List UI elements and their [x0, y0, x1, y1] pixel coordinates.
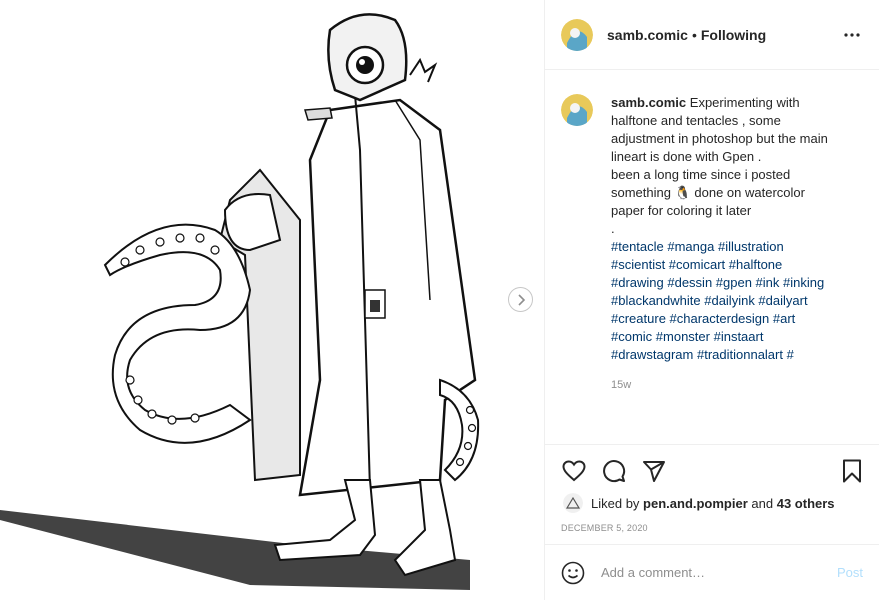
emoji-icon	[561, 561, 585, 584]
caption-line: Experimenting with	[689, 95, 800, 110]
post-comment-button[interactable]: Post	[837, 565, 863, 580]
next-image-button[interactable]	[508, 287, 533, 312]
hashtag-line[interactable]: #tentacle #manga #illustration	[611, 238, 861, 256]
comment-icon	[603, 460, 626, 483]
post-image[interactable]	[0, 0, 544, 600]
caption-username[interactable]: samb.comic	[611, 95, 686, 110]
comment-input[interactable]	[599, 564, 837, 581]
more-options-icon	[844, 32, 860, 37]
post-side-panel: samb.comic • Following samb.comic Experi…	[544, 0, 879, 600]
heart-icon	[562, 460, 586, 482]
share-button[interactable]	[641, 458, 667, 484]
hashtag-line[interactable]: #blackandwhite #dailyink #dailyart	[611, 292, 861, 310]
like-button[interactable]	[561, 458, 587, 484]
post-date[interactable]: DECEMBER 5, 2020	[561, 523, 648, 533]
separator-dot: •	[691, 26, 697, 43]
liked-by-user[interactable]: pen.and.pompier	[643, 496, 748, 511]
avatar[interactable]	[561, 18, 593, 51]
hashtag-line[interactable]: #drawstagram #traditionnalart #	[611, 346, 861, 364]
likes-summary: Liked by pen.and.pompier and 43 others	[563, 493, 835, 513]
post-actions: Liked by pen.and.pompier and 43 others D…	[545, 444, 879, 545]
caption-line: adjustment in photoshop but the main	[611, 131, 828, 146]
caption-line: something 🐧 done on watercolor	[611, 185, 805, 200]
hashtag-line[interactable]: #creature #characterdesign #art	[611, 310, 861, 328]
more-options-button[interactable]	[841, 24, 863, 46]
emoji-button[interactable]	[561, 561, 585, 585]
caption-text: samb.comic Experimenting with halftone a…	[611, 94, 861, 444]
hashtag-line[interactable]: #comic #monster #instaart	[611, 328, 861, 346]
save-button[interactable]	[839, 458, 865, 484]
liker-profile-picture	[563, 493, 583, 513]
chevron-right-icon	[517, 293, 525, 306]
comment-button[interactable]	[601, 458, 627, 484]
hashtag-line[interactable]: #drawing #dessin #gpen #ink #inking	[611, 274, 861, 292]
hashtag-line[interactable]: #scientist #comicart #halftone	[611, 256, 861, 274]
caption-line: lineart is done with Gpen .	[611, 149, 762, 164]
profile-picture	[561, 18, 593, 51]
username[interactable]: samb.comic	[607, 27, 688, 43]
caption-line: halftone and tentacles , some	[611, 113, 781, 128]
caption-line: paper for coloring it later	[611, 203, 752, 218]
liked-by-others[interactable]: 43 others	[777, 496, 835, 511]
share-icon	[643, 461, 665, 482]
liker-avatar[interactable]	[563, 493, 583, 513]
post-header: samb.comic • Following	[545, 0, 879, 70]
follow-status-button[interactable]: Following	[701, 27, 766, 43]
post-caption: samb.comic Experimenting with halftone a…	[545, 70, 879, 444]
caption-avatar[interactable]	[561, 94, 593, 126]
tentacle-scientist-illustration	[0, 13, 480, 590]
bookmark-icon	[843, 459, 861, 483]
comment-bar: Post	[545, 544, 879, 600]
liked-by-and: and	[751, 495, 774, 511]
caption-line: been a long time since i posted	[611, 167, 791, 182]
profile-picture	[561, 94, 593, 126]
post-age[interactable]: 15w	[611, 376, 861, 394]
caption-line: .	[611, 221, 615, 236]
liked-by-prefix: Liked by	[591, 495, 640, 511]
